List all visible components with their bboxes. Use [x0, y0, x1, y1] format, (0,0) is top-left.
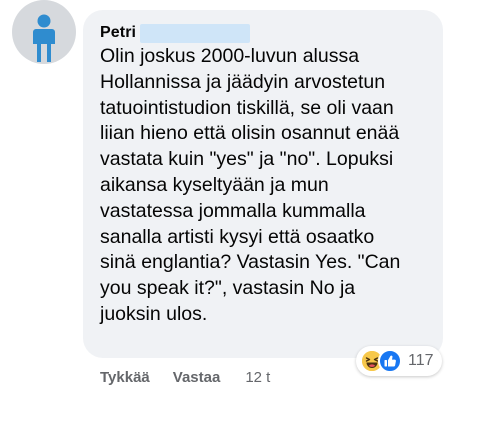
like-button[interactable]: Tykkää — [100, 369, 150, 386]
person-silhouette-icon — [33, 14, 55, 62]
reaction-count: 117 — [408, 352, 434, 369]
author-name[interactable]: Petri — [100, 24, 136, 42]
comment-text: Olin joskus 2000-luvun alussa Hollanniss… — [100, 45, 401, 325]
comment-actions: Tykkää Vastaa 12 t — [100, 366, 270, 388]
author-row: Petri — [100, 22, 251, 44]
reactions-summary[interactable]: 117 — [356, 346, 442, 376]
like-thumb-icon — [378, 349, 402, 373]
avatar[interactable] — [12, 0, 76, 64]
redacted-surname — [140, 23, 251, 43]
comment-timestamp[interactable]: 12 t — [245, 369, 270, 386]
comment-thread: Petri Olin joskus 2000-luvun alussa Holl… — [0, 0, 488, 446]
reply-button[interactable]: Vastaa — [173, 369, 221, 386]
